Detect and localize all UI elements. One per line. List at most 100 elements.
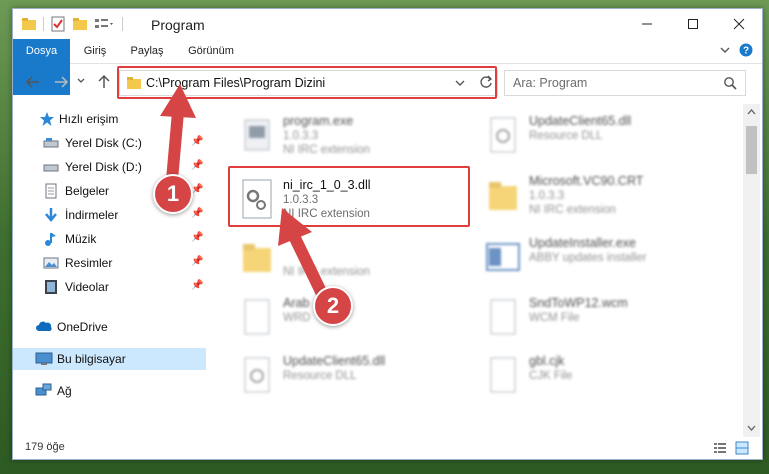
title-bar: Program [13,9,762,39]
sidebar-item-label: Resimler [65,256,113,270]
status-bar: 179 öğe [13,437,762,459]
item-count: 179 öğe [25,441,65,453]
pin-icon[interactable]: 📌 [191,208,203,219]
ribbon: Dosya Giriş Paylaş Görünüm ? [13,39,762,95]
forward-arrow-icon[interactable] [53,74,69,90]
pin-icon[interactable]: 📌 [191,280,203,291]
up-arrow-icon[interactable] [96,74,112,90]
pin-icon[interactable]: 📌 [191,136,203,147]
network-icon [35,383,52,399]
video-icon [43,279,59,295]
file-version: 1.0.3.3 [283,130,319,142]
file-type: WRD [283,312,311,324]
file-description: ABBY updates installer [529,252,647,264]
folder-icon[interactable] [21,16,37,32]
file-name: Microsoft.VC90.CRT [529,174,644,188]
chevron-down-icon[interactable] [719,44,731,56]
sidebar-item-label: OneDrive [57,320,108,334]
sidebar-item-label: Videolar [65,280,109,294]
maximize-button[interactable] [670,9,716,39]
file-list: program.exe 1.0.3.3 NI IRC extension Upd… [209,104,743,434]
document-icon [43,183,59,199]
sidebar-item-quick-access[interactable]: Hızlı erişim [13,108,206,130]
file-description: NI IRC extension [283,266,370,278]
file-item[interactable]: UpdateClient65.dll Resource DLL [239,350,479,406]
sidebar-item-label: Yerel Disk (D:) [65,160,142,174]
sidebar-item-label: Hızlı erişim [59,112,119,126]
file-name: UpdateClient65.dll [529,114,632,128]
pin-icon[interactable]: 📌 [191,232,203,243]
file-highlight-box [228,166,470,227]
file-version: 1.0.3.3 [529,190,565,202]
pin-icon[interactable]: 📌 [191,256,203,267]
search-icon[interactable] [723,76,737,90]
exe-file-icon [239,114,275,158]
tab-share[interactable]: Paylaş [125,39,169,63]
scroll-thumb[interactable] [746,126,757,174]
drive-icon [43,135,59,151]
recent-locations-icon[interactable] [76,75,86,87]
star-icon [39,111,55,127]
tab-home[interactable]: Giriş [75,39,115,63]
search-input[interactable]: Ara: Program [504,70,746,96]
blank-file-icon [239,296,275,340]
file-name: UpdateInstaller.exe [529,236,637,250]
file-description: NI IRC extension [283,144,370,156]
sidebar-item-onedrive[interactable]: OneDrive [13,316,206,338]
help-icon[interactable]: ? [739,43,753,57]
dll-file-icon [485,114,521,158]
folder-icon [485,174,521,218]
blank-file-icon [485,354,521,398]
computer-icon [35,351,53,367]
step-2-badge: 2 [313,286,353,326]
new-folder-icon[interactable] [72,16,88,32]
cloud-icon [35,319,52,335]
file-item[interactable]: Microsoft.VC90.CRT 1.0.3.3 NI IRC extens… [485,170,725,226]
sidebar-item-label: İndirmeler [65,208,119,222]
dll-file-icon [239,354,275,398]
sidebar-item-label: Ağ [57,384,72,398]
sidebar-item-drive-c[interactable]: Yerel Disk (C:) 📌 [13,132,206,154]
file-item[interactable]: gbl.cjk CJK File [485,350,725,406]
close-button[interactable] [716,9,762,39]
properties-icon[interactable] [50,16,66,32]
sidebar-item-music[interactable]: Müzik 📌 [13,228,206,250]
address-highlight-box [117,66,497,99]
back-arrow-icon[interactable] [25,74,41,90]
sidebar-item-network[interactable]: Ağ [13,380,206,402]
navigation-pane: Hızlı erişim Yerel Disk (C:) 📌 Yerel Dis… [13,104,206,434]
file-type: Resource DLL [529,130,603,142]
file-description: NI IRC extension [529,204,616,216]
file-item[interactable]: program.exe 1.0.3.3 NI IRC extension [239,110,479,166]
file-item[interactable]: NI IRC extension [239,232,479,288]
music-icon [43,231,59,247]
quick-access-toolbar [21,15,129,33]
vertical-scrollbar[interactable] [743,104,760,437]
folder-icon [239,236,275,280]
scroll-up-icon[interactable] [747,108,756,116]
scroll-down-icon[interactable] [747,424,756,432]
customize-toolbar-icon[interactable] [94,16,116,32]
sidebar-item-videos[interactable]: Videolar 📌 [13,276,206,298]
details-view-icon[interactable] [713,441,727,455]
file-name: gbl.cjk [529,354,565,368]
download-icon [43,207,59,223]
pin-icon[interactable]: 📌 [191,160,203,171]
search-placeholder: Ara: Program [513,76,588,90]
file-name: SndToWP12.wcm [529,296,628,310]
installer-file-icon [485,236,521,280]
file-name: Arab [283,296,310,310]
tiles-view-icon[interactable] [735,441,749,455]
file-item[interactable]: UpdateClient65.dll Resource DLL [485,110,725,166]
file-item[interactable]: UpdateInstaller.exe ABBY updates install… [485,232,725,288]
tab-view[interactable]: Görünüm [181,39,241,63]
minimize-button[interactable] [624,9,670,39]
file-type: Resource DLL [283,370,357,382]
blank-file-icon [485,296,521,340]
sidebar-item-pictures[interactable]: Resimler 📌 [13,252,206,274]
file-item[interactable]: Arab WRD [239,292,479,348]
sidebar-item-label: Yerel Disk (C:) [65,136,142,150]
drive-icon [43,159,59,175]
file-item[interactable]: SndToWP12.wcm WCM File [485,292,725,348]
sidebar-item-this-pc[interactable]: Bu bilgisayar [13,348,206,370]
